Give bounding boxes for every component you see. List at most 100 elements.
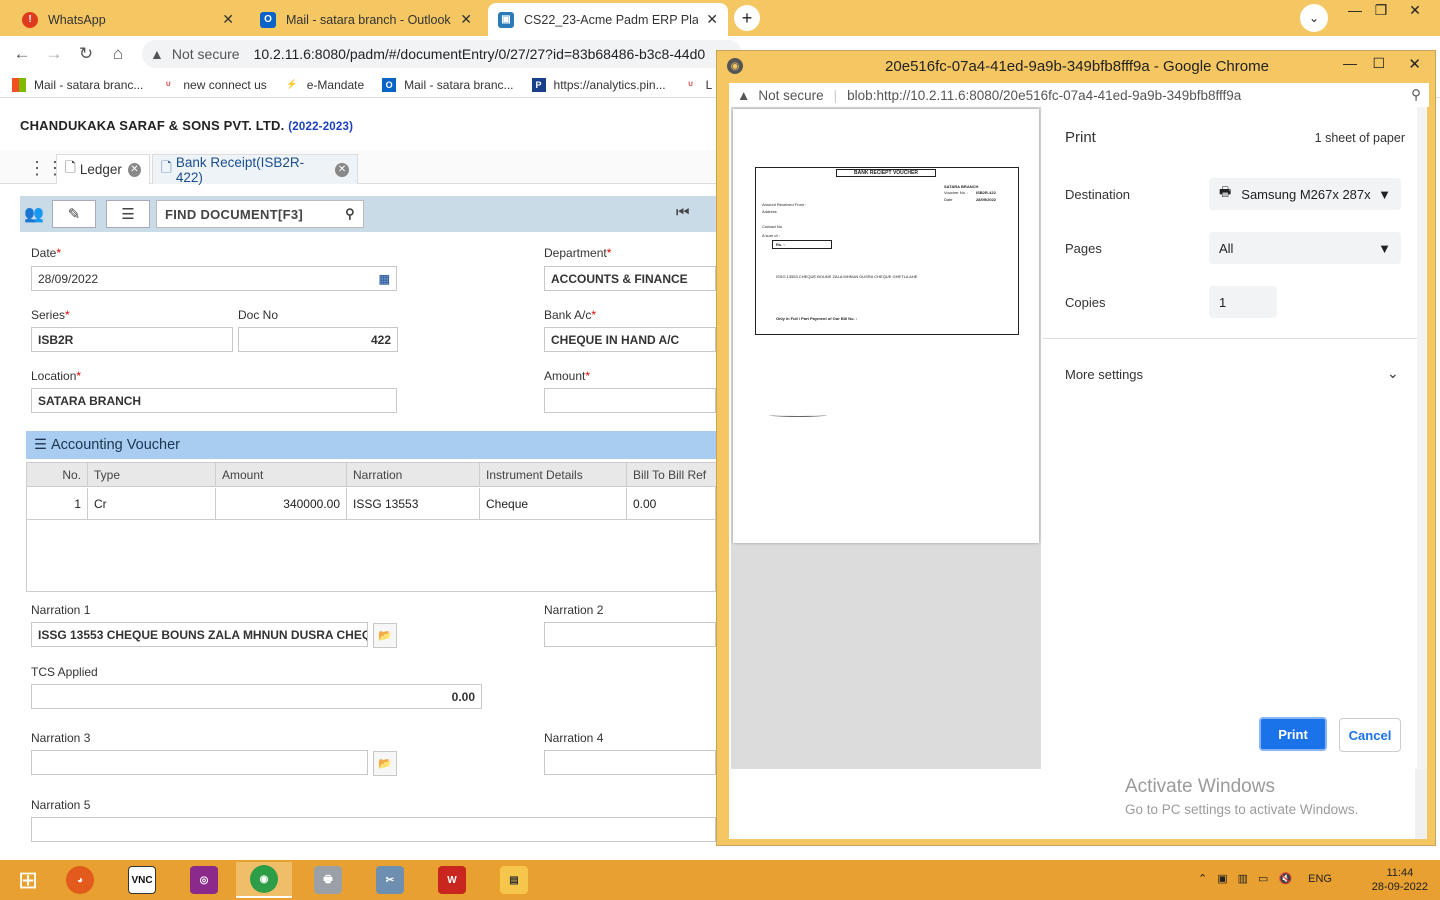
- amount-input[interactable]: [544, 388, 716, 413]
- narration1-input[interactable]: ISSG 13553 CHEQUE BOUNS ZALA MHNUN DUSRA…: [31, 622, 368, 647]
- series-input[interactable]: ISB2R: [31, 327, 233, 352]
- taskbar-firefox[interactable]: ◕: [52, 862, 108, 898]
- tray-expand-icon[interactable]: ⌃: [1198, 872, 1207, 885]
- tab-ledger[interactable]: 🗋 Ledger ✕: [56, 154, 150, 184]
- tcs-input[interactable]: 0.00: [31, 684, 482, 709]
- taskbar-printer[interactable]: 🖶: [300, 862, 356, 898]
- table-row-cell-type[interactable]: Cr: [88, 488, 216, 520]
- taskbar-wps[interactable]: W: [424, 862, 480, 898]
- table-row-cell-instrument[interactable]: Cheque: [480, 488, 627, 520]
- taskbar-vnc[interactable]: VNC: [114, 862, 170, 898]
- first-record-icon[interactable]: ⏮: [676, 204, 690, 221]
- url-text: 10.2.11.6:8080/padm/#/documentEntry/0/27…: [253, 46, 706, 62]
- department-input[interactable]: ACCOUNTS & FINANCE: [544, 266, 716, 291]
- tab-search-button[interactable]: ⌄: [1300, 4, 1328, 32]
- bookmark-new-connect[interactable]: ᵁ new connect us: [161, 78, 266, 92]
- narration2-label: Narration 2: [544, 603, 604, 617]
- taskbar-chrome[interactable]: ◉: [236, 862, 292, 898]
- close-icon[interactable]: ✕: [706, 11, 718, 28]
- table-row-cell-amount[interactable]: 340000.00: [216, 488, 347, 520]
- calendar-icon[interactable]: ▦: [379, 272, 390, 286]
- windows-icon: ⊞: [17, 866, 39, 894]
- table-row-cell-no[interactable]: 1: [27, 488, 88, 520]
- bookmark-mail-2[interactable]: O Mail - satara branc...: [382, 77, 514, 92]
- table-row-cell-narration[interactable]: ISSG 13553: [347, 488, 480, 520]
- search-icon[interactable]: ⚲: [345, 206, 355, 222]
- taskbar-tools[interactable]: ✂: [362, 862, 418, 898]
- language-indicator[interactable]: ENG: [1308, 873, 1332, 885]
- users-icon[interactable]: 👥: [24, 204, 44, 224]
- list-button[interactable]: ☰: [106, 200, 150, 228]
- chevron-down-icon[interactable]: ⌄: [1387, 365, 1399, 382]
- location-input[interactable]: SATARA BRANCH: [31, 388, 397, 413]
- settings-scrollbar[interactable]: [1417, 107, 1427, 769]
- close-icon[interactable]: ✕: [127, 162, 141, 177]
- browser-tab-whatsapp[interactable]: ! WhatsApp ✕: [12, 3, 244, 36]
- date-input[interactable]: 28/09/2022 ▦: [31, 266, 397, 291]
- close-window-button[interactable]: ✕: [1400, 0, 1430, 20]
- taskbar-explorer[interactable]: ▤: [486, 862, 542, 898]
- close-icon[interactable]: ✕: [460, 11, 472, 28]
- bookmark-label: Mail - satara branc...: [34, 77, 144, 92]
- restore-button[interactable]: ❐: [1366, 0, 1396, 20]
- popup-address-bar[interactable]: ▲ Not secure | blob:http://10.2.11.6:808…: [729, 83, 1429, 107]
- list-icon: ☰: [121, 206, 135, 223]
- network-icon[interactable]: ▥: [1238, 872, 1248, 885]
- close-icon[interactable]: ✕: [335, 162, 349, 177]
- document-icon: 🗋: [161, 160, 172, 175]
- find-document-input[interactable]: FIND DOCUMENT[F3] ⚲: [156, 200, 364, 228]
- bank-label: Bank A/c*: [544, 308, 597, 322]
- narration3-lookup-button[interactable]: 📂: [373, 751, 397, 776]
- bookmark-analytics[interactable]: Phttps://analytics.pin...: [531, 77, 666, 92]
- browser-tab-outlook[interactable]: O Mail - satara branch - Outlook ✕: [250, 3, 482, 36]
- tab-title: CS22_23-Acme Padm ERP Platform: [524, 12, 699, 27]
- forward-icon[interactable]: →: [42, 42, 66, 66]
- voucher-narration: ISSG 13553 CHEQUE BOUNS ZALA MHNUN DUSRA…: [776, 274, 918, 279]
- back-icon[interactable]: ←: [10, 42, 34, 66]
- tray-app-icon[interactable]: ▣: [1217, 872, 1227, 885]
- volume-muted-icon[interactable]: 🔇: [1278, 872, 1292, 885]
- destination-select[interactable]: 🖶 Samsung M267x 287x ▼: [1209, 178, 1401, 210]
- cancel-button[interactable]: Cancel: [1339, 718, 1401, 752]
- home-icon[interactable]: ⌂: [106, 42, 130, 66]
- bank-input[interactable]: CHEQUE IN HAND A/C: [544, 327, 716, 352]
- narration3-input[interactable]: [31, 750, 368, 775]
- narration2-input[interactable]: [544, 622, 716, 647]
- maximize-button[interactable]: ☐: [1372, 55, 1385, 72]
- received-from: Amount Received From :: [762, 202, 807, 207]
- close-window-button[interactable]: ✕: [1408, 55, 1421, 73]
- voucher-title: BANK RECIEPT VOUCHER: [836, 169, 936, 177]
- address-bar[interactable]: ▲ Not secure 10.2.11.6:8080/padm/#/docum…: [142, 40, 742, 68]
- new-tab-button[interactable]: +: [734, 5, 760, 31]
- narration1-lookup-button[interactable]: 📂: [373, 623, 397, 648]
- bookmark-l[interactable]: ᵁL: [684, 78, 713, 92]
- watermark-title: Activate Windows: [1125, 776, 1275, 797]
- print-button[interactable]: Print: [1259, 717, 1327, 751]
- print-preview-pane[interactable]: BANK RECIEPT VOUCHER SATARA BRANCH Vouch…: [731, 107, 1041, 769]
- amount-label: Amount*: [544, 369, 591, 383]
- clock[interactable]: 11:44 28-09-2022: [1372, 866, 1428, 894]
- zoom-icon[interactable]: ⚲: [1411, 87, 1421, 103]
- reload-icon[interactable]: ↻: [74, 42, 98, 66]
- display-icon[interactable]: ▭: [1258, 872, 1268, 885]
- more-settings-toggle[interactable]: More settings: [1065, 367, 1143, 382]
- tab-bank-receipt[interactable]: 🗋 Bank Receipt(ISB2R-422) ✕: [152, 154, 358, 185]
- start-button[interactable]: ⊞: [0, 862, 56, 898]
- edit-icon: ✎: [67, 206, 81, 223]
- bookmark-mail-1[interactable]: Mail - satara branc...: [12, 77, 144, 92]
- accounting-voucher-header: ☰ Accounting Voucher: [26, 431, 716, 459]
- narration5-input[interactable]: [31, 817, 716, 842]
- docno-label: Doc No: [238, 308, 279, 322]
- docno-input[interactable]: 422: [238, 327, 398, 352]
- pages-select[interactable]: All ▼: [1209, 232, 1401, 264]
- browser-tab-erp[interactable]: ▣ CS22_23-Acme Padm ERP Platform ✕: [488, 3, 728, 36]
- taskbar-camera[interactable]: ◎: [176, 862, 232, 898]
- close-icon[interactable]: ✕: [222, 11, 234, 28]
- bookmark-emandate[interactable]: ⚡ e-Mandate: [285, 78, 364, 92]
- copies-input[interactable]: 1: [1209, 286, 1277, 318]
- col-header-amount: Amount: [216, 463, 347, 487]
- table-row-cell-billref[interactable]: 0.00: [627, 488, 717, 520]
- minimize-button[interactable]: —: [1343, 55, 1357, 71]
- edit-button[interactable]: ✎: [52, 200, 96, 228]
- narration4-input[interactable]: [544, 750, 716, 775]
